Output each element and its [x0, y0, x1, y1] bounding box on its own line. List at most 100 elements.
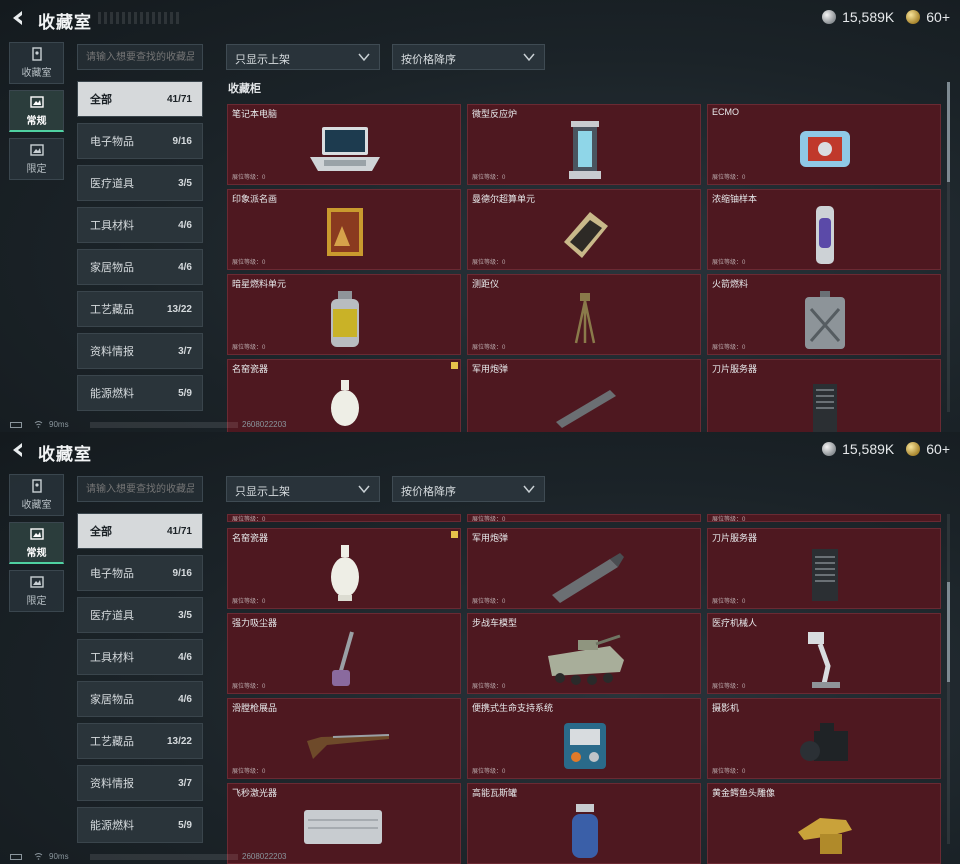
- category-count: 9/16: [172, 567, 192, 579]
- category-label: 医疗道具: [90, 610, 134, 622]
- rocket-fuel-icon: [805, 291, 845, 349]
- category-energy[interactable]: 能源燃料 5/9: [77, 807, 203, 843]
- scrollbar-thumb[interactable]: [947, 82, 950, 182]
- back-arrow-icon[interactable]: [8, 8, 28, 28]
- ping-value: 90ms: [49, 852, 69, 861]
- side-tab-regular[interactable]: 常规: [9, 90, 64, 132]
- side-tab-label: 限定: [26, 164, 47, 175]
- coin-icon: [822, 10, 837, 24]
- side-tab-regular[interactable]: 常规: [9, 522, 64, 564]
- category-medical[interactable]: 医疗道具 3/5: [77, 597, 203, 633]
- category-crafts[interactable]: 工艺藏品 13/22: [77, 723, 203, 759]
- category-medical[interactable]: 医疗道具 3/5: [77, 165, 203, 201]
- currency-display: 15,589K 60+: [822, 9, 950, 25]
- regular-icon: [29, 95, 44, 108]
- booth-level: 展位等级：0: [232, 175, 266, 181]
- shelf-filter-dropdown[interactable]: 只显示上架: [226, 44, 380, 70]
- item-card[interactable]: 印象派名画 展位等级：0: [227, 189, 461, 270]
- booth-level: 展位等级：0: [712, 517, 746, 522]
- item-name: 军用炮弹: [472, 533, 509, 543]
- item-card[interactable]: 笔记本电脑 展位等级：0: [227, 104, 461, 185]
- shelf-filter-dropdown[interactable]: 只显示上架: [226, 476, 380, 502]
- featured-badge-icon: [451, 531, 458, 538]
- category-tools[interactable]: 工具材料 4/6: [77, 207, 203, 243]
- search-input[interactable]: [77, 476, 203, 502]
- featured-badge-icon: [451, 362, 458, 369]
- back-arrow-icon[interactable]: [8, 440, 28, 460]
- category-tools[interactable]: 工具材料 4/6: [77, 639, 203, 675]
- side-tab-label: 常规: [26, 547, 47, 559]
- item-card-partial[interactable]: 展位等级：0: [227, 514, 461, 522]
- booth-level: 展位等级：0: [472, 684, 506, 690]
- item-card[interactable]: 微型反应炉 展位等级：0: [467, 104, 701, 185]
- item-card-partial[interactable]: 展位等级：0: [707, 514, 941, 522]
- ticket-amount[interactable]: 60+: [926, 441, 950, 457]
- booth-level: 展位等级：0: [232, 517, 266, 522]
- search-input[interactable]: [77, 44, 203, 70]
- category-crafts[interactable]: 工艺藏品 13/22: [77, 291, 203, 327]
- ticket-amount[interactable]: 60+: [926, 9, 950, 25]
- item-card[interactable]: 火箭燃料 展位等级：0: [707, 274, 941, 355]
- category-intel[interactable]: 资料情报 3/7: [77, 765, 203, 801]
- side-tab-label: 限定: [26, 596, 47, 607]
- porcelain-icon: [331, 545, 359, 601]
- sort-dropdown[interactable]: 按价格降序: [392, 476, 545, 502]
- shelf-filter-value: 只显示上架: [235, 486, 290, 498]
- item-card[interactable]: ECMO 展位等级：0: [707, 104, 941, 185]
- item-card[interactable]: 步战车模型 展位等级：0: [467, 613, 701, 694]
- side-tab-limited[interactable]: 限定: [9, 138, 64, 180]
- category-electronics[interactable]: 电子物品 9/16: [77, 123, 203, 159]
- item-card-partial[interactable]: 展位等级：0: [467, 514, 701, 522]
- side-tab-collection-room[interactable]: 收藏室: [9, 42, 64, 84]
- sort-dropdown[interactable]: 按价格降序: [392, 44, 545, 70]
- category-label: 资料情报: [90, 778, 134, 790]
- booth-level: 展位等级：0: [472, 345, 506, 351]
- item-card[interactable]: 刀片服务器 展位等级：0: [707, 528, 941, 609]
- wifi-icon: [34, 853, 43, 860]
- collection-room-icon: [31, 47, 42, 61]
- category-all[interactable]: 全部 41/71: [77, 81, 203, 117]
- category-label: 医疗道具: [90, 178, 134, 190]
- item-card[interactable]: 摄影机 展位等级：0: [707, 698, 941, 779]
- category-label: 资料情报: [90, 346, 134, 358]
- item-name: 浓缩铀样本: [712, 194, 758, 204]
- category-energy[interactable]: 能源燃料 5/9: [77, 375, 203, 411]
- category-label: 全部: [90, 94, 112, 106]
- item-card[interactable]: 滑膛枪展品 展位等级：0: [227, 698, 461, 779]
- title-decoration: [98, 12, 180, 24]
- limited-icon: [29, 576, 44, 588]
- booth-level: 展位等级：0: [232, 260, 266, 266]
- category-intel[interactable]: 资料情报 3/7: [77, 333, 203, 369]
- side-tab-collection-room[interactable]: 收藏室: [9, 474, 64, 516]
- battery-icon: [10, 422, 22, 428]
- item-card[interactable]: 浓缩铀样本 展位等级：0: [707, 189, 941, 270]
- item-card[interactable]: 强力吸尘器 展位等级：0: [227, 613, 461, 694]
- item-card[interactable]: 测距仪 展位等级：0: [467, 274, 701, 355]
- category-household[interactable]: 家居物品 4/6: [77, 681, 203, 717]
- side-tab-limited[interactable]: 限定: [9, 570, 64, 612]
- ifv-model-icon: [548, 634, 624, 685]
- collection-room-icon: [31, 479, 42, 493]
- camera-icon: [800, 723, 848, 761]
- item-card[interactable]: 名窑瓷器 展位等级：0: [227, 528, 461, 609]
- item-card[interactable]: 医疗机械人 展位等级：0: [707, 613, 941, 694]
- chevron-down-icon: [358, 485, 370, 494]
- item-card[interactable]: 曼德尔超算单元 展位等级：0: [467, 189, 701, 270]
- booth-level: 展位等级：0: [712, 175, 746, 181]
- item-name: 微型反应炉: [472, 109, 518, 119]
- category-electronics[interactable]: 电子物品 9/16: [77, 555, 203, 591]
- item-card[interactable]: 便携式生命支持系统 展位等级：0: [467, 698, 701, 779]
- item-card[interactable]: 军用炮弹 展位等级：0: [467, 528, 701, 609]
- booth-level: 展位等级：0: [232, 599, 266, 605]
- category-count: 3/7: [178, 777, 192, 789]
- category-all[interactable]: 全部 41/71: [77, 513, 203, 549]
- item-name: 刀片服务器: [712, 364, 758, 374]
- scrollbar-thumb[interactable]: [947, 582, 950, 682]
- booth-level: 展位等级：0: [712, 769, 746, 775]
- item-name: 印象派名画: [232, 194, 278, 204]
- category-household[interactable]: 家居物品 4/6: [77, 249, 203, 285]
- item-card[interactable]: 暗星燃料单元 展位等级：0: [227, 274, 461, 355]
- collection-screen-top: 收藏室 15,589K 60+ 收藏室 常规 限定 只显示上架 按价格降序 全部…: [0, 0, 960, 432]
- sort-value: 按价格降序: [401, 54, 456, 66]
- category-count: 13/22: [166, 303, 192, 315]
